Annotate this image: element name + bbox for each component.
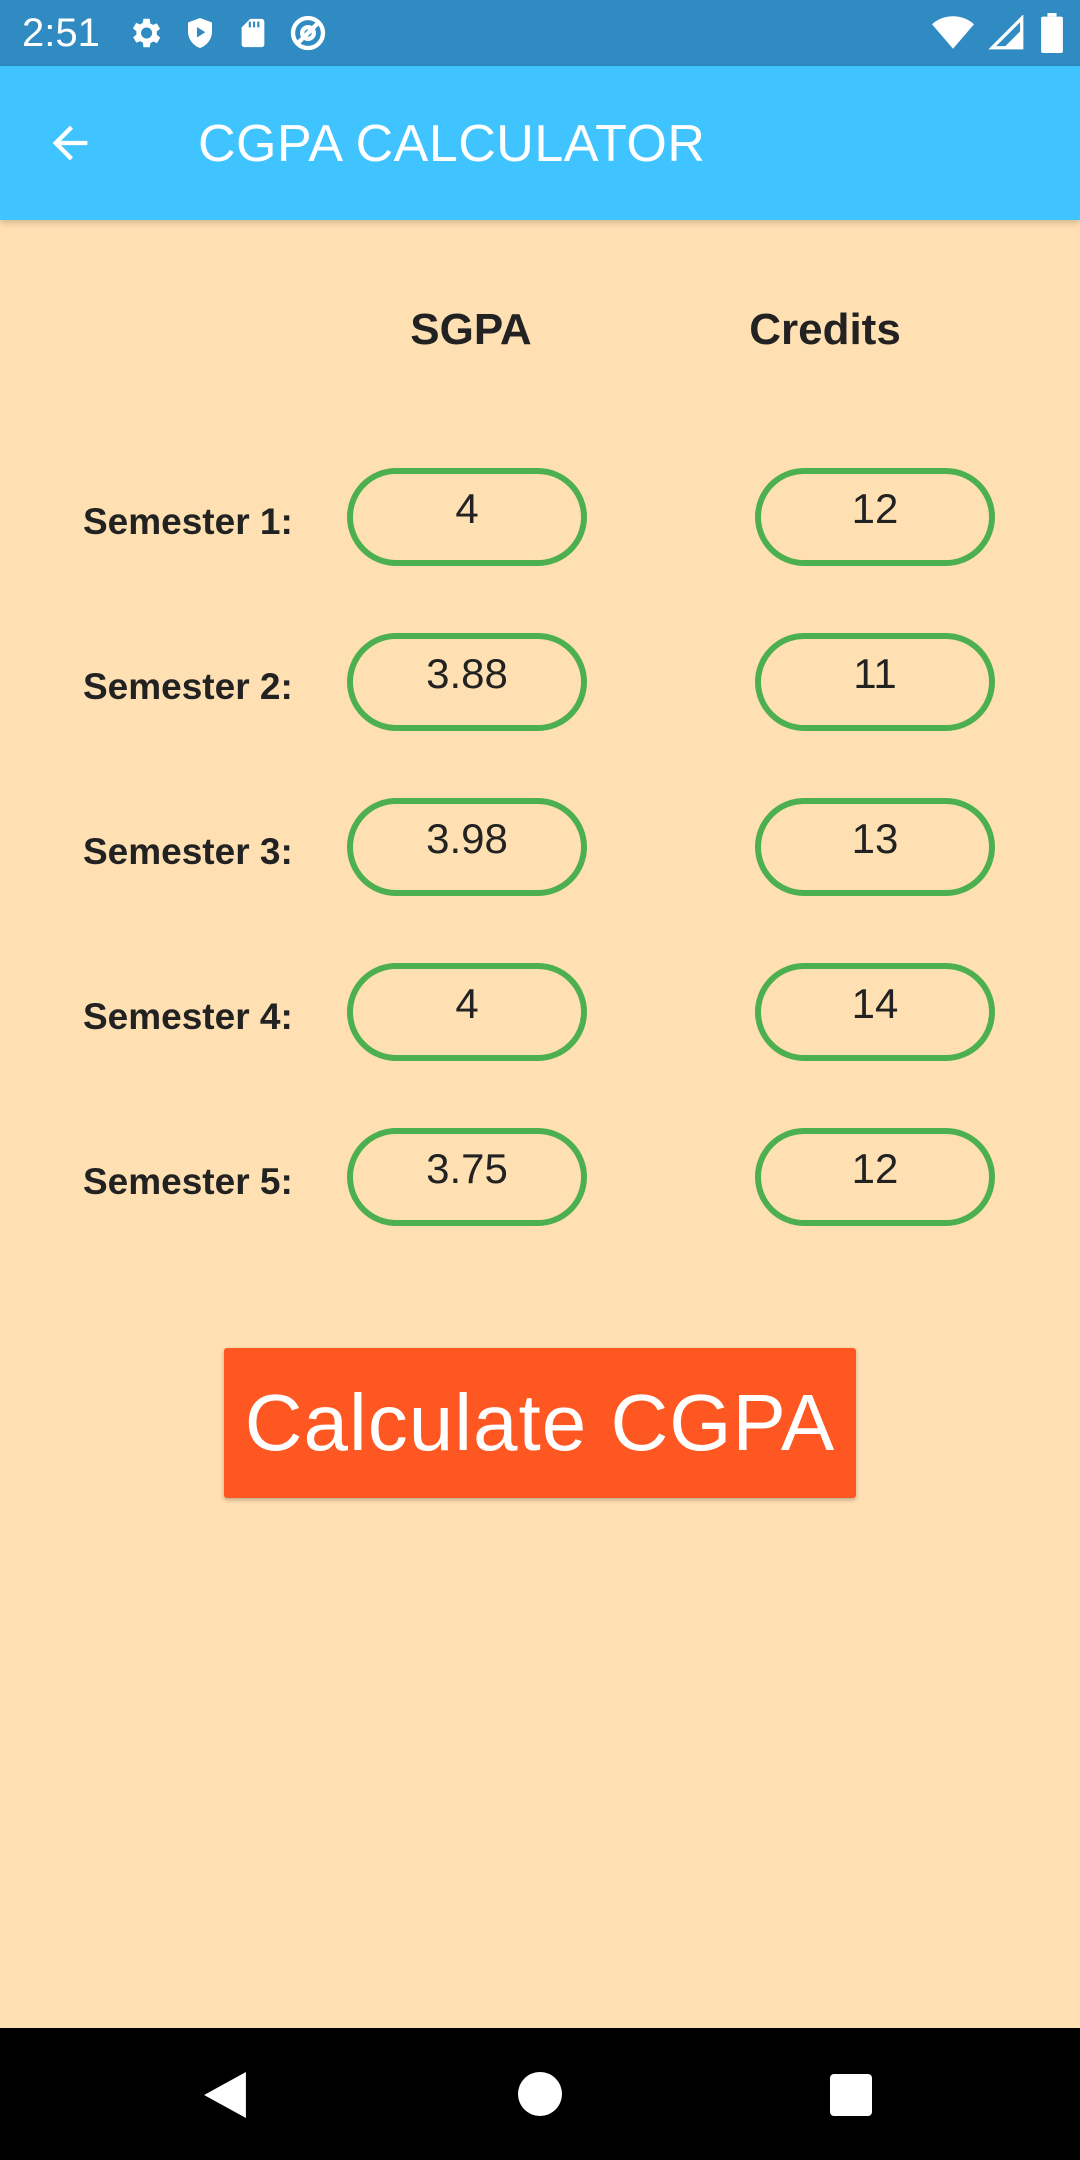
sgpa-input[interactable]: 4 [347, 963, 587, 1061]
semester-label: Semester 5: [83, 1161, 293, 1202]
shield-play-icon [188, 18, 212, 48]
credits-input[interactable]: 12 [755, 1128, 995, 1226]
sgpa-value: 3.98 [426, 815, 508, 862]
sgpa-column-header: SGPA [410, 305, 532, 354]
status-bar: 2:51 [0, 0, 1080, 66]
semester-label: Semester 4: [83, 996, 293, 1037]
semester-label: Semester 3: [83, 831, 293, 872]
battery-icon [1041, 13, 1063, 53]
nav-recents-icon[interactable] [830, 2074, 872, 2116]
back-button[interactable] [44, 117, 108, 169]
credits-column-header: Credits [749, 305, 901, 354]
semester-label: Semester 1: [83, 501, 293, 542]
app-title: CGPA CALCULATOR [198, 115, 706, 173]
semester-label: Semester 2: [83, 666, 293, 707]
credits-value: 12 [851, 485, 899, 532]
calculate-cgpa-button[interactable]: Calculate CGPA [224, 1348, 856, 1498]
sgpa-value: 4 [455, 980, 479, 1027]
credits-input[interactable]: 11 [755, 633, 995, 731]
sgpa-input[interactable]: 3.75 [347, 1128, 587, 1226]
credits-input[interactable]: 14 [755, 963, 995, 1061]
semester-row-2: Semester 2: 3.88 11 [0, 633, 1080, 741]
nav-home-icon[interactable] [518, 2072, 562, 2116]
sgpa-input[interactable]: 3.98 [347, 798, 587, 896]
sgpa-value: 3.75 [426, 1145, 508, 1192]
sgpa-input[interactable]: 3.88 [347, 633, 587, 731]
sgpa-input[interactable]: 4 [347, 468, 587, 566]
semester-row-4: Semester 4: 4 14 [0, 963, 1080, 1071]
credits-value: 12 [851, 1145, 899, 1192]
wifi-icon [932, 16, 974, 49]
at-sign-icon [290, 15, 326, 51]
gear-icon [132, 18, 161, 48]
semester-row-3: Semester 3: 3.98 13 [0, 798, 1080, 906]
sd-card-icon [241, 18, 265, 48]
app-bar: CGPA CALCULATOR [0, 66, 1080, 220]
nav-back-icon[interactable] [204, 2072, 246, 2118]
sgpa-value: 3.88 [426, 650, 508, 697]
semester-row-1: Semester 1: 4 12 [0, 468, 1080, 576]
status-time: 2:51 [22, 11, 100, 55]
credits-input[interactable]: 12 [755, 468, 995, 566]
cell-signal-icon [988, 15, 1024, 50]
navigation-bar [0, 2028, 1080, 2160]
sgpa-value: 4 [455, 485, 479, 532]
semester-row-5: Semester 5: 3.75 12 [0, 1128, 1080, 1236]
credits-value: 13 [851, 815, 899, 862]
arrow-left-icon [52, 125, 88, 161]
credits-value: 11 [853, 650, 897, 697]
credits-value: 14 [851, 980, 899, 1027]
credits-input[interactable]: 13 [755, 798, 995, 896]
